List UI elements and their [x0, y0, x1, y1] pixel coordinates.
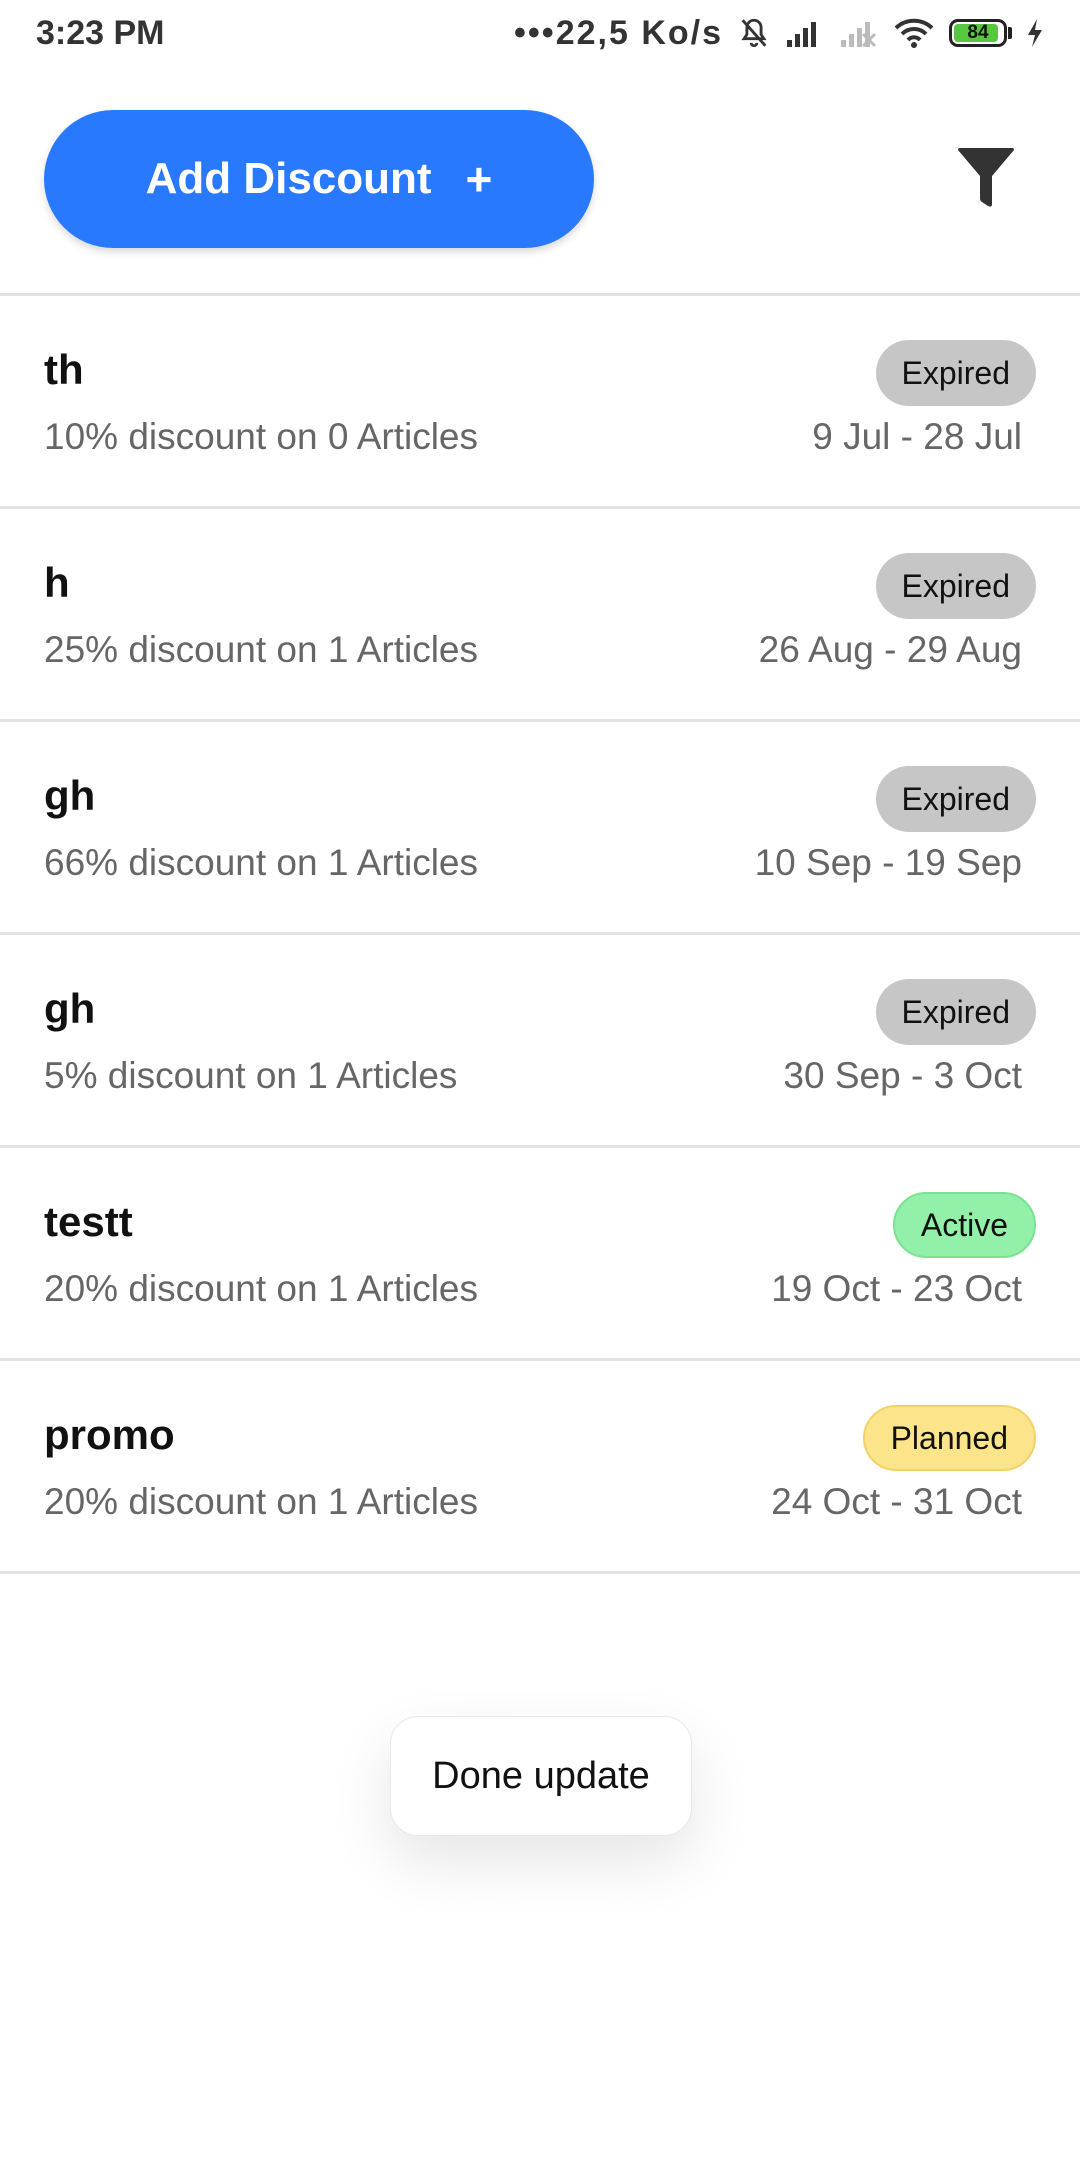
discount-name: th [44, 346, 84, 393]
article-count: 1 [327, 1481, 349, 1522]
status-icons: •••22,5 Ko/s 84 [514, 14, 1044, 53]
discount-list: th 10% discount on 0 Articles Expired 9 … [0, 296, 1080, 1574]
articles-label: Articles [356, 416, 479, 457]
discount-text: discount on [128, 1481, 318, 1522]
status-badge: Expired [875, 979, 1036, 1045]
discount-dates: 26 Aug - 29 Aug [758, 629, 1022, 670]
discount-text: discount on [107, 1055, 298, 1096]
discount-description: 5% discount on 1 Articles [44, 1055, 457, 1097]
discount-text: discount on [128, 842, 318, 883]
discount-text: discount on [128, 1268, 318, 1309]
add-discount-label: Add Discount [145, 154, 432, 203]
discount-description: 20% discount on 1 Articles [44, 1481, 478, 1523]
discount-dates: 10 Sep - 19 Sep [754, 842, 1022, 883]
articles-label: Articles [336, 1055, 458, 1096]
discount-dates: 30 Sep - 3 Oct [783, 1055, 1022, 1096]
battery-level: 84 [967, 22, 989, 43]
articles-label: Articles [356, 1268, 479, 1309]
discount-description: 66% discount on 1 Articles [44, 842, 478, 884]
articles-label: Articles [356, 1481, 479, 1522]
header: Add Discount + [0, 110, 1080, 250]
charging-icon [1026, 18, 1044, 48]
discount-name: gh [44, 985, 96, 1032]
status-badge: Expired [875, 553, 1036, 619]
status-bar: 3:23 PM •••22,5 Ko/s 84 [0, 0, 1080, 66]
signal-weak-icon [839, 18, 879, 48]
article-count: 1 [327, 842, 349, 883]
article-count: 1 [327, 629, 349, 670]
articles-label: Articles [356, 842, 479, 883]
discount-percent: 20% [44, 1268, 119, 1309]
status-badge: Expired [875, 766, 1036, 832]
wifi-icon [893, 17, 935, 49]
discount-dates: 19 Oct - 23 Oct [771, 1268, 1022, 1309]
add-discount-button[interactable]: Add Discount + [44, 110, 594, 248]
discount-name: gh [44, 772, 96, 819]
plus-icon: + [465, 153, 493, 205]
status-badge: Active [892, 1192, 1036, 1258]
bell-off-icon [737, 16, 771, 50]
filter-icon[interactable] [956, 146, 1016, 210]
article-count: 1 [327, 1268, 349, 1309]
discount-name: testt [44, 1198, 133, 1245]
discount-text: discount on [128, 416, 318, 457]
toast-message: Done update [390, 1716, 692, 1836]
discount-description: 10% discount on 0 Articles [44, 416, 478, 458]
discount-row[interactable]: h 25% discount on 1 Articles Expired 26 … [0, 509, 1080, 722]
article-count: 0 [327, 416, 349, 457]
discount-name: h [44, 559, 70, 606]
articles-label: Articles [356, 629, 479, 670]
discount-dates: 9 Jul - 28 Jul [812, 416, 1022, 457]
discount-row[interactable]: gh 66% discount on 1 Articles Expired 10… [0, 722, 1080, 935]
discount-percent: 20% [44, 1481, 119, 1522]
discount-row[interactable]: gh 5% discount on 1 Articles Expired 30 … [0, 935, 1080, 1148]
discount-description: 25% discount on 1 Articles [44, 629, 478, 671]
discount-percent: 66% [44, 842, 119, 883]
discount-dates: 24 Oct - 31 Oct [771, 1481, 1022, 1522]
status-badge: Planned [862, 1405, 1036, 1471]
discount-percent: 5% [44, 1055, 98, 1096]
discount-row[interactable]: testt 20% discount on 1 Articles Active … [0, 1148, 1080, 1361]
article-count: 1 [307, 1055, 328, 1096]
discount-text: discount on [128, 629, 318, 670]
discount-percent: 10% [44, 416, 119, 457]
discount-name: promo [44, 1411, 175, 1458]
status-time: 3:23 PM [36, 13, 165, 52]
discount-percent: 25% [44, 629, 119, 670]
discount-description: 20% discount on 1 Articles [44, 1268, 478, 1310]
discount-row[interactable]: promo 20% discount on 1 Articles Planned… [0, 1361, 1080, 1574]
signal-icon [785, 18, 825, 48]
discount-row[interactable]: th 10% discount on 0 Articles Expired 9 … [0, 296, 1080, 509]
status-badge: Expired [875, 340, 1036, 406]
battery-icon: 84 [949, 19, 1012, 47]
network-speed: •••22,5 Ko/s [513, 13, 723, 52]
